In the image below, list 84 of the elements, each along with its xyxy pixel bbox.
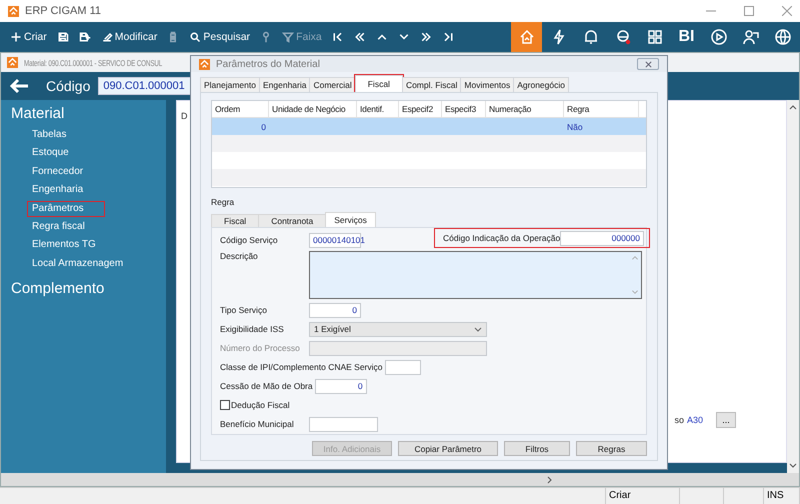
column-header[interactable]: Especif2 [399,101,442,117]
field-label: Código Indicação da Operação [443,233,560,243]
field-label: Código Serviço [220,235,279,245]
scroll-right-icon[interactable] [547,476,553,484]
status-mode: Criar [605,488,680,504]
tab[interactable]: Agronegócio [513,77,569,92]
sidebar-item[interactable]: Fornecedor [27,164,88,180]
sidebar-item[interactable]: Parâmetros [27,200,105,217]
tab[interactable]: Fiscal [211,214,260,227]
tab[interactable]: Engenharia [258,77,310,92]
back-arrow-icon[interactable] [9,78,29,94]
toolbar-button[interactable]: Pesquisar [185,25,254,49]
scroll-up-icon[interactable] [789,104,797,110]
field-label: Tipo Serviço [220,305,268,315]
section-label: Regra [211,197,236,207]
horizontal-scrollbar[interactable] [1,473,799,486]
tab[interactable]: Contranota [258,214,326,227]
sidebar-heading: Material [10,105,66,122]
tab[interactable]: Fiscal [354,75,403,92]
field-label: Número do Processo [220,343,301,353]
pencil-icon [100,31,113,43]
tab[interactable]: Planejamento [200,77,260,92]
field-label: Classe de IPI/Complemento CNAE Serviço [220,362,384,372]
close-icon[interactable] [782,6,792,16]
maximize-icon[interactable] [744,6,754,16]
column-header[interactable]: Ordem [212,101,269,117]
column-header[interactable]: Numeração [486,101,564,117]
scroll-down-icon[interactable] [789,463,797,469]
app-logo-icon [199,58,210,70]
app-logo-icon [7,57,18,68]
field-label: so [674,415,684,425]
input-field[interactable] [309,340,487,356]
table-cell: 0 [261,122,266,132]
sidebar-item[interactable]: Estoque [27,145,74,162]
sidebar-item[interactable]: Local Armazenagem [27,256,128,272]
search-icon [189,31,202,43]
column-header[interactable]: Identif. [357,101,399,117]
toolbar-button[interactable]: Modificar [96,25,162,49]
tab[interactable]: Movimentos [460,77,514,92]
field-label: Exigibilidade ISS [220,324,285,334]
tab[interactable]: Serviços [325,212,376,227]
dialog-button[interactable]: Copiar Parâmetro [398,441,498,456]
plus-icon [10,31,22,43]
tab[interactable]: Comercial [309,77,356,92]
close-icon [644,60,652,68]
input-field[interactable]: 000000 [560,230,644,246]
field-value: A30 [686,415,703,425]
status-insert: INS [764,488,800,504]
bi-button[interactable]: BI [671,22,702,52]
dialog-title: Parâmetros do Material [216,58,320,70]
column-header[interactable]: Unidade de Negócio [269,101,357,117]
sidebar-item[interactable]: Tabelas [27,127,72,143]
input-field[interactable]: 0 [314,378,367,394]
sidebar-heading: Complemento [10,280,106,297]
dialog-button[interactable]: Filtros [504,441,570,456]
input-field[interactable] [384,360,421,374]
tab[interactable]: D [181,111,188,121]
app-logo-icon [8,6,19,16]
close-button[interactable] [637,58,659,70]
column-header[interactable]: Regra [564,101,639,117]
field-label: Descrição [220,251,259,261]
input-field[interactable]: 0 [309,302,361,318]
dialog-button[interactable]: Regras [576,441,647,456]
table-cell: Não [567,122,583,132]
code-label: Código [46,78,90,94]
checkbox-label: Dedução Fiscal [231,400,290,410]
field-label: Cessão de Mão de Obra [220,381,314,391]
field-label: Benefício Municipal [220,419,295,429]
window-title: ERP CIGAM 11 [25,5,102,17]
window-title: Material: 090.C01.000001 - SERVICO DE CONSUL [24,58,162,68]
table-row[interactable]: 0 Não [212,118,646,135]
tab[interactable]: Compl. Fiscal [402,77,462,92]
ellipsis-button[interactable]: ... [716,412,736,428]
filter-icon [282,31,294,43]
dropdown[interactable]: 1 Exigível [309,322,487,336]
checkbox[interactable] [220,400,230,410]
toolbar-button[interactable]: Criar [6,25,51,49]
sidebar-item[interactable]: Regra fiscal [27,218,90,235]
column-header[interactable]: Especif3 [442,101,486,117]
text-area[interactable] [309,251,642,299]
input-field[interactable] [309,416,378,432]
sidebar-item[interactable]: Engenharia [27,182,88,198]
vertical-scrollbar[interactable] [787,100,799,473]
sidebar-item[interactable]: Elementos TG [27,237,101,254]
